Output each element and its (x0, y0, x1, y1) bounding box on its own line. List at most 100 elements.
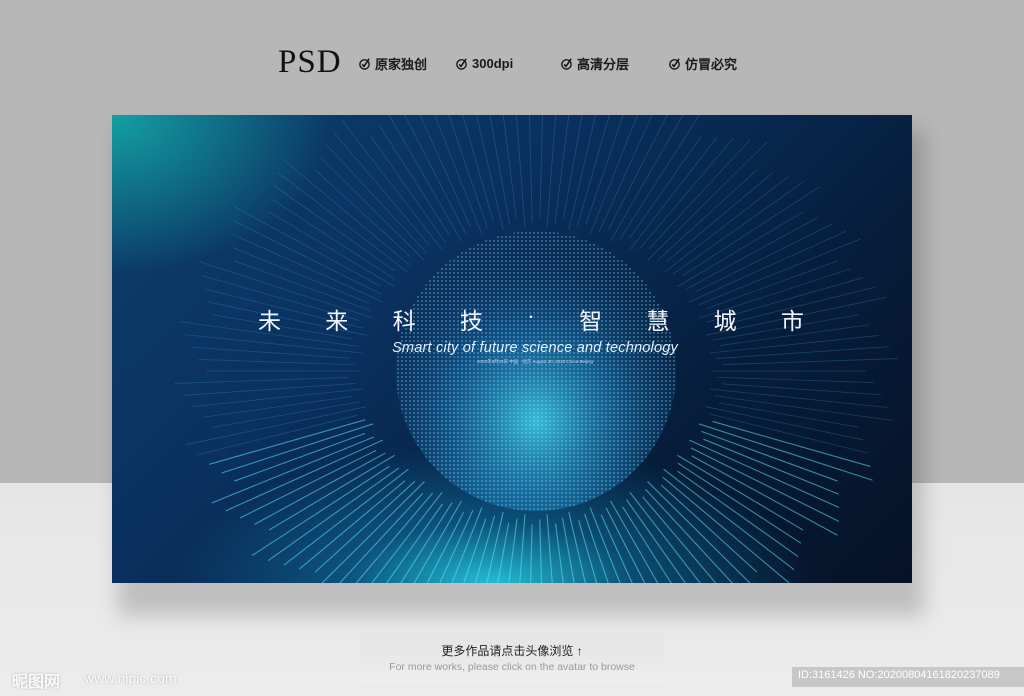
ray-line (701, 430, 838, 482)
headline-char: · (527, 302, 535, 328)
sphere-dot-mesh (396, 231, 676, 511)
ray-line (578, 520, 598, 583)
ray-line (629, 491, 701, 583)
headline-char: 智 (579, 308, 603, 334)
ray-line (333, 132, 430, 246)
check-badge-icon (359, 57, 370, 70)
ray-line (183, 383, 356, 396)
ray-line (462, 115, 494, 222)
watermark-url: www.nipic.com (84, 670, 177, 686)
ray-line (555, 523, 564, 583)
ray-line (576, 115, 610, 227)
ray-line (610, 500, 659, 583)
ray-line (268, 211, 395, 287)
headline-char: 城 (713, 308, 737, 334)
ray-line (677, 211, 804, 287)
headline-char: 科 (392, 308, 416, 334)
ray-line (709, 388, 888, 408)
feature-label: 原家独创 (375, 56, 428, 72)
ray-line (476, 115, 504, 231)
ray-line (666, 172, 773, 262)
ray-line (539, 115, 543, 218)
ray-line (198, 358, 356, 366)
ray-line (314, 169, 412, 258)
ray-line (638, 137, 734, 250)
ray-line (326, 144, 427, 254)
ray-line (314, 480, 416, 573)
ray-line (413, 500, 462, 583)
check-badge-icon (669, 57, 680, 70)
ray-line (629, 136, 718, 251)
check-badge-icon (456, 57, 467, 70)
ray-line (270, 198, 395, 280)
ray-line (610, 115, 684, 242)
ray-line (622, 506, 672, 583)
ray-line (529, 115, 533, 223)
ray-line (645, 488, 733, 583)
ray-line (709, 413, 868, 454)
ray-line (589, 115, 638, 235)
ray-line (554, 115, 570, 224)
tech-banner: 未 来 科 技 · 智 慧 城 市 Smart city of future s… (112, 115, 912, 583)
headline-char: 来 (325, 308, 349, 334)
browse-caption[interactable]: 更多作品请点击头像浏览 ↑ For more works, please cli… (360, 633, 664, 683)
ray-line (600, 514, 633, 583)
headline-char: 技 (459, 308, 483, 334)
ray-line (404, 115, 467, 235)
date-line: 2020年8月20日 中国 · 北京 August 20, 2020 China… (476, 359, 594, 364)
ray-line (448, 115, 488, 229)
ray-line (718, 402, 859, 428)
subtitle: Smart city of future science and technol… (392, 340, 678, 356)
ray-line (419, 115, 472, 228)
ray-line (341, 120, 443, 251)
ray-line (502, 115, 517, 219)
ray-line (185, 406, 367, 446)
feature-dpi: 300dpi (455, 54, 513, 72)
ray-line (197, 414, 358, 456)
ray-line (539, 519, 542, 583)
ray-line (677, 462, 802, 544)
ray-line (677, 454, 804, 531)
ray-line (530, 524, 533, 583)
caption-english: For more works, please click on the avat… (389, 661, 635, 673)
caption-chinese: 更多作品请点击头像浏览 ↑ (441, 644, 583, 658)
headline: 未 来 科 技 · 智 慧 城 市 (258, 302, 804, 336)
ray-line (221, 423, 374, 474)
headline-char: 未 (258, 308, 281, 334)
feature-label: 300dpi (472, 55, 514, 71)
ray-line (663, 176, 789, 274)
ray-line (174, 377, 350, 384)
ray-line (697, 238, 861, 306)
ray-line (568, 511, 586, 583)
ray-line (234, 206, 381, 287)
ray-line (546, 115, 557, 228)
feature-label: 高清分层 (577, 56, 630, 72)
ray-line (691, 455, 838, 536)
ray-line (568, 115, 596, 231)
feature-label: 仿冒必究 (685, 56, 738, 72)
ray-line (268, 454, 395, 531)
ray-line (714, 395, 893, 421)
ray-line (321, 481, 425, 583)
feature-original: 原家独创 (358, 54, 427, 72)
ray-line (705, 406, 864, 441)
ray-line (716, 376, 874, 384)
ray-line (519, 514, 526, 583)
ray-line (663, 468, 795, 571)
psd-label: PSD (278, 44, 342, 80)
ray-line (434, 115, 483, 235)
feature-layered: 高清分层 (560, 54, 629, 72)
watermark-logo: 昵图网 (12, 674, 61, 691)
ray-line (656, 169, 758, 261)
ray-line (619, 115, 700, 240)
ray-line (388, 115, 462, 242)
ray-line (722, 358, 898, 365)
ray-line (192, 388, 363, 407)
image-id-text: ID:3161426 NO:20200804161820237089 (798, 669, 1000, 681)
check-badge-icon (561, 57, 572, 70)
ray-line (277, 171, 409, 274)
ray-line (299, 480, 406, 570)
ray-line (629, 136, 702, 239)
ray-line (282, 158, 410, 266)
ray-line (561, 517, 575, 583)
